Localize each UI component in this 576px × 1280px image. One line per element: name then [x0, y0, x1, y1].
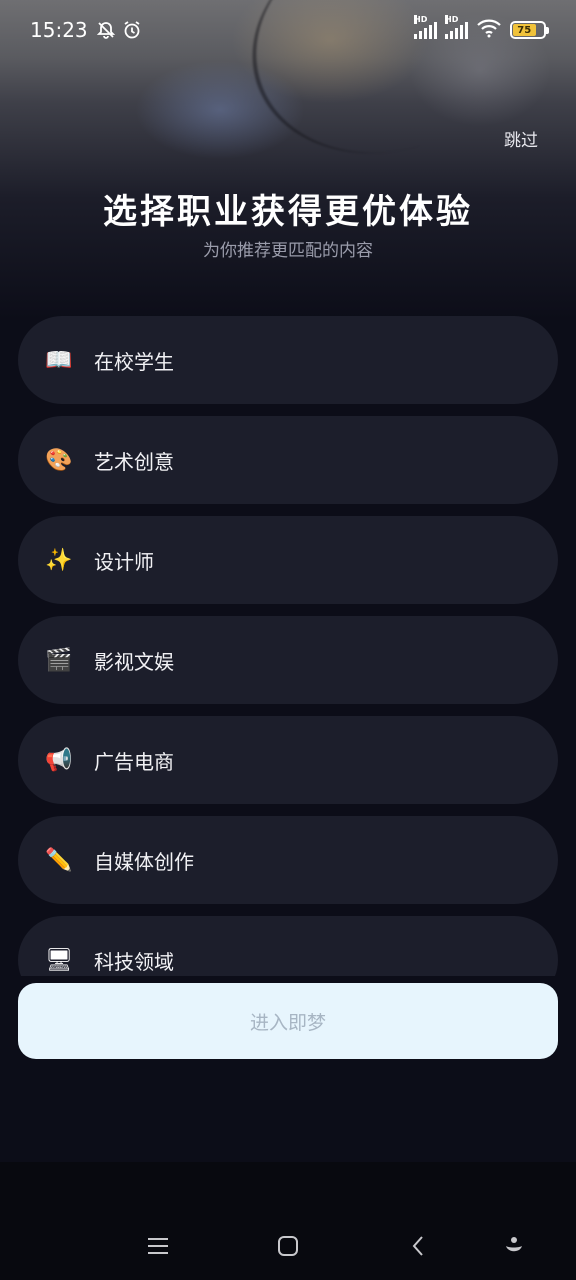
bottom-fade — [0, 1162, 576, 1212]
skip-button[interactable]: 跳过 — [504, 126, 538, 151]
wifi-icon — [476, 18, 502, 42]
occupation-list: 📖 在校学生 🎨 艺术创意 ✨ 设计师 🎬 影视文娱 📢 广告电商 ✏️ 自媒体… — [18, 316, 558, 976]
menu-icon[interactable] — [142, 1230, 174, 1262]
signal-hd-icon: HD — [414, 15, 437, 39]
option-film-entertainment[interactable]: 🎬 影视文娱 — [18, 616, 558, 704]
system-nav-bar — [0, 1210, 576, 1280]
pencil-icon: ✏️ — [45, 847, 73, 873]
status-time: 15:23 — [30, 18, 88, 42]
option-label: 自媒体创作 — [94, 849, 194, 874]
option-student[interactable]: 📖 在校学生 — [18, 316, 558, 404]
option-ads-ecommerce[interactable]: 📢 广告电商 — [18, 716, 558, 804]
home-icon[interactable] — [272, 1230, 304, 1262]
option-label: 在校学生 — [94, 349, 174, 374]
monitor-icon: 🖥 — [45, 947, 73, 973]
alarm-icon — [122, 20, 142, 40]
option-designer[interactable]: ✨ 设计师 — [18, 516, 558, 604]
option-technology[interactable]: 🖥 科技领域 — [18, 916, 558, 976]
option-label: 影视文娱 — [94, 649, 174, 674]
battery-icon: 75 — [510, 21, 549, 39]
option-label: 科技领域 — [94, 949, 174, 974]
option-art-creative[interactable]: 🎨 艺术创意 — [18, 416, 558, 504]
assistant-icon[interactable] — [498, 1230, 530, 1262]
palette-icon: 🎨 — [45, 447, 73, 473]
page-subtitle: 为你推荐更匹配的内容 — [203, 241, 373, 261]
signal-hd-icon: HD — [445, 15, 468, 39]
option-self-media[interactable]: ✏️ 自媒体创作 — [18, 816, 558, 904]
megaphone-icon: 📢 — [45, 747, 73, 773]
enter-button[interactable]: 进入即梦 — [18, 983, 558, 1059]
back-icon[interactable] — [402, 1230, 434, 1262]
page-title: 选择职业获得更优体验 — [103, 192, 473, 232]
mute-bell-icon — [96, 20, 116, 40]
battery-level: 75 — [513, 24, 536, 36]
book-icon: 📖 — [45, 347, 73, 373]
option-label: 设计师 — [94, 549, 154, 574]
clapper-icon: 🎬 — [45, 647, 73, 673]
sparkles-icon: ✨ — [45, 547, 73, 573]
option-label: 艺术创意 — [94, 449, 174, 474]
option-label: 广告电商 — [94, 749, 174, 774]
status-bar: 15:23 HD HD 75 — [0, 0, 576, 60]
